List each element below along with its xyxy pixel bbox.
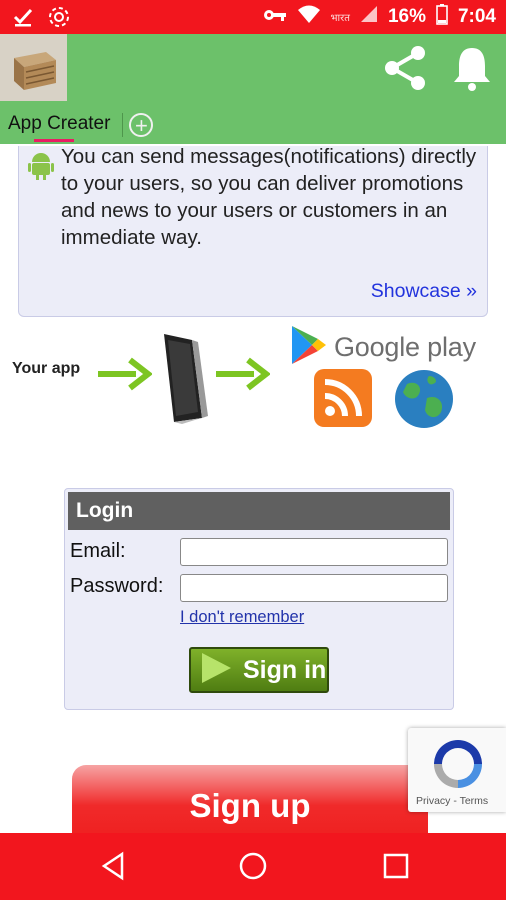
vpn-key-icon bbox=[263, 6, 287, 28]
sign-up-label: Sign up bbox=[189, 787, 311, 824]
tab-active-indicator bbox=[34, 139, 74, 142]
notification-info-panel: You can send messages(notifications) dir… bbox=[18, 145, 488, 317]
share-icon[interactable] bbox=[382, 44, 430, 97]
your-app-label: Your app bbox=[12, 360, 81, 377]
login-title: Login bbox=[68, 492, 450, 530]
recaptcha-badge[interactable]: Privacy - Terms bbox=[408, 728, 506, 812]
tab-divider bbox=[122, 113, 124, 137]
battery-percent: 16% bbox=[387, 6, 426, 27]
checkmark-icon bbox=[12, 6, 34, 33]
arrow-right-icon bbox=[214, 352, 271, 401]
forgot-password-link[interactable]: I don't remember bbox=[180, 608, 304, 627]
arrow-right-icon bbox=[96, 352, 153, 401]
google-play-label: Google play bbox=[334, 332, 476, 362]
status-bar: भारत 16% 7:04 bbox=[0, 0, 506, 34]
notification-description: You can send messages(notifications) dir… bbox=[61, 145, 477, 249]
google-play-badge: Google play bbox=[290, 324, 476, 371]
battery-icon bbox=[436, 3, 448, 31]
sign-in-label: Sign in bbox=[243, 655, 327, 684]
settings-flower-icon bbox=[48, 6, 70, 33]
tab-app-creater[interactable]: App Creater bbox=[0, 106, 118, 144]
sign-in-button[interactable]: Sign in bbox=[189, 647, 329, 693]
add-tab-button[interactable]: + bbox=[129, 113, 154, 137]
back-icon[interactable] bbox=[100, 851, 128, 886]
distribution-diagram: Your app Google play bbox=[0, 318, 506, 458]
recent-apps-icon[interactable] bbox=[382, 851, 410, 886]
showcase-link[interactable]: Showcase » bbox=[371, 280, 477, 303]
tab-label: App Creater bbox=[8, 113, 111, 134]
bell-icon[interactable] bbox=[452, 44, 492, 97]
phone-icon bbox=[156, 330, 210, 431]
google-play-icon bbox=[290, 324, 328, 371]
wifi-icon bbox=[297, 4, 321, 30]
signal-icon bbox=[360, 5, 378, 29]
rss-icon bbox=[313, 368, 373, 433]
privacy-terms-links[interactable]: Privacy - Terms bbox=[416, 795, 488, 807]
login-panel: Login Email: Password: I don't remember … bbox=[64, 488, 454, 710]
recaptcha-icon bbox=[430, 736, 486, 797]
globe-icon bbox=[393, 368, 455, 435]
email-field[interactable] bbox=[180, 538, 448, 566]
app-header: App Creater + bbox=[0, 34, 506, 144]
carrier-label: भारत bbox=[330, 13, 350, 24]
app-thumbnail-icon[interactable] bbox=[0, 34, 67, 101]
home-icon[interactable] bbox=[238, 851, 268, 886]
navigation-bar bbox=[0, 833, 506, 900]
play-arrow-icon bbox=[199, 651, 233, 690]
password-field[interactable] bbox=[180, 574, 448, 602]
password-label: Password: bbox=[70, 575, 164, 597]
email-label: Email: bbox=[70, 540, 126, 562]
android-icon bbox=[28, 150, 54, 185]
clock: 7:04 bbox=[457, 6, 496, 27]
